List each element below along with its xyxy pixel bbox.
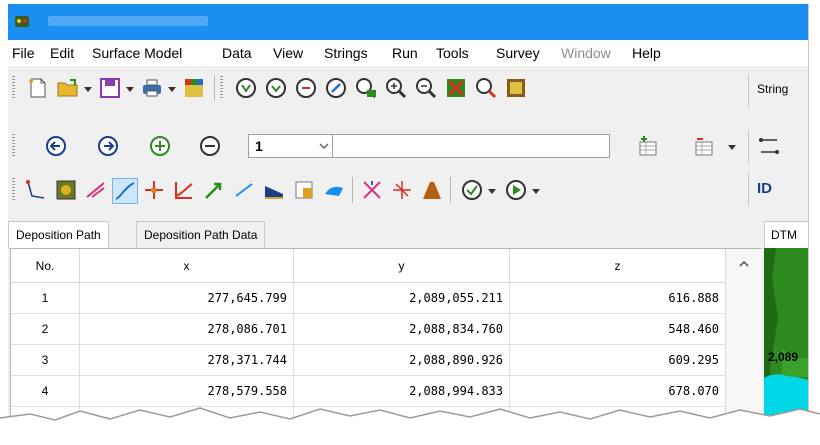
torn-edge-decoration (0, 407, 820, 445)
